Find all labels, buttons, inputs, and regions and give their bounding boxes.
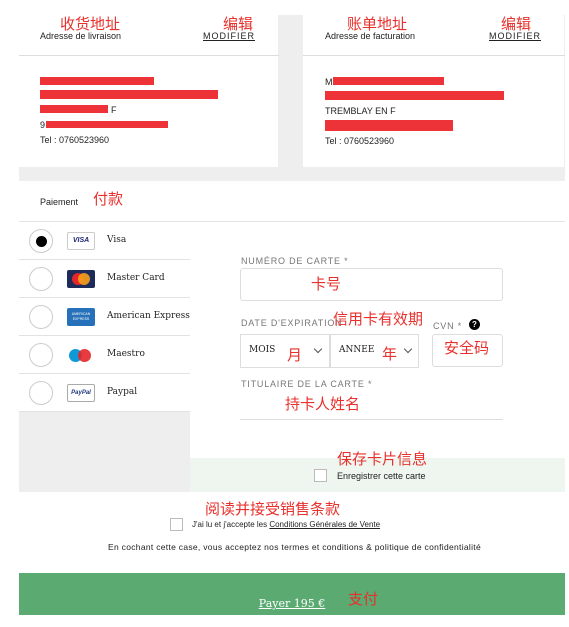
radio-unselected[interactable] xyxy=(29,381,53,405)
payment-method-amex[interactable]: AMERICAN EXPRESS American Express xyxy=(19,298,190,336)
shipping-address-line: 9 xyxy=(40,120,46,130)
help-icon[interactable]: ? xyxy=(469,319,480,330)
payment-title: Paiement xyxy=(40,197,79,207)
annotation-save-card: 保存卡片信息 xyxy=(337,450,428,468)
redacted-text xyxy=(325,91,504,100)
annotation-shipping-address: 收货地址 xyxy=(60,15,121,33)
annotation-edit: 编辑 xyxy=(223,15,254,33)
annotation-cvn: 安全码 xyxy=(444,339,490,357)
paypal-logo: PayPal xyxy=(67,384,95,402)
annotation-expiry: 信用卡有效期 xyxy=(333,310,424,328)
paypal-logo-text: PayPal xyxy=(71,390,91,396)
payment-method-maestro[interactable]: Maestro xyxy=(19,336,190,374)
visa-logo: VISA xyxy=(67,232,95,250)
redacted-text xyxy=(40,90,218,99)
amex-logo: AMERICAN EXPRESS xyxy=(67,308,95,326)
annotation-pay: 支付 xyxy=(348,590,379,608)
annotation-year: 年 xyxy=(382,345,398,363)
chevron-down-icon xyxy=(313,344,323,354)
visa-logo-text: VISA xyxy=(72,237,90,244)
save-card-label: Enregistrer cette carte xyxy=(337,471,426,481)
billing-address-panel: Adresse de facturation MODIFIER M TREMBL… xyxy=(303,15,565,167)
expiry-month-select[interactable]: MOIS xyxy=(240,334,330,368)
pay-button-label: Payer 195 € xyxy=(258,597,326,610)
maestro-logo xyxy=(67,346,95,364)
year-value: ANNEE xyxy=(339,345,375,355)
payment-method-label: Visa xyxy=(107,235,127,245)
annotation-cardholder: 持卡人姓名 xyxy=(285,395,361,413)
terms-text: J'ai lu et j'accepte les Conditions Géné… xyxy=(192,520,380,529)
billing-address-line: TREMBLAY EN F xyxy=(325,106,396,116)
payment-method-mastercard[interactable]: Master Card xyxy=(19,260,190,298)
card-number-input[interactable] xyxy=(240,268,503,301)
annotation-billing-address: 账单地址 xyxy=(347,15,408,33)
radio-unselected[interactable] xyxy=(29,267,53,291)
radio-unselected[interactable] xyxy=(29,343,53,367)
terms-checkbox[interactable] xyxy=(170,518,183,531)
save-card-checkbox[interactable] xyxy=(314,469,327,482)
payment-method-label: Maestro xyxy=(107,349,145,359)
month-value: MOIS xyxy=(249,345,276,355)
payment-method-label: American Express xyxy=(107,311,190,321)
shipping-address-line: F xyxy=(111,105,117,115)
payment-method-visa[interactable]: VISA Visa xyxy=(19,222,190,260)
divider xyxy=(303,55,565,56)
annotation-edit: 编辑 xyxy=(501,15,532,33)
divider xyxy=(19,55,279,56)
redacted-text xyxy=(325,120,453,131)
terms-prefix: J'ai lu et j'accepte les xyxy=(192,520,270,529)
cardholder-input[interactable] xyxy=(240,392,503,420)
address-separator xyxy=(279,15,303,167)
pay-button[interactable]: Payer 195 € xyxy=(19,573,565,615)
terms-notice: En cochant cette case, vous acceptez nos… xyxy=(108,542,481,552)
payment-method-list: VISA Visa Master Card AMERICAN EXPRESS A… xyxy=(19,222,190,492)
chevron-down-icon xyxy=(403,344,413,354)
cvn-label: CVN * xyxy=(433,321,463,331)
radio-selected[interactable] xyxy=(29,229,53,253)
redacted-text xyxy=(333,77,444,85)
annotation-card-number: 卡号 xyxy=(311,275,342,293)
redacted-text xyxy=(40,77,154,85)
expiry-year-select[interactable]: ANNEE xyxy=(330,334,419,368)
cardholder-label: TITULAIRE DE LA CARTE * xyxy=(241,379,373,389)
shipping-phone: Tel : 0760523960 xyxy=(40,135,110,145)
annotation-terms: 阅读并接受销售条款 xyxy=(205,500,341,518)
redacted-text xyxy=(40,105,108,113)
mastercard-logo xyxy=(67,270,95,288)
section-divider xyxy=(19,167,565,181)
card-number-label: NUMÉRO DE CARTE * xyxy=(241,256,349,266)
billing-address-line: M xyxy=(325,77,333,87)
payment-method-label: Paypal xyxy=(107,387,138,397)
expiry-label: DATE D'EXPIRATION xyxy=(241,318,343,328)
shipping-address-panel: Adresse de livraison MODIFIER F 9 Tel : … xyxy=(19,15,279,167)
annotation-payment: 付款 xyxy=(93,190,124,208)
terms-link[interactable]: Conditions Générales de Vente xyxy=(269,520,380,529)
radio-unselected[interactable] xyxy=(29,305,53,329)
annotation-month: 月 xyxy=(287,346,303,364)
payment-method-paypal[interactable]: PayPal Paypal xyxy=(19,374,190,412)
redacted-text xyxy=(46,121,168,128)
amex-logo-text: AMERICAN EXPRESS xyxy=(71,312,91,321)
billing-phone: Tel : 0760523960 xyxy=(325,136,395,146)
payment-method-label: Master Card xyxy=(107,273,165,283)
